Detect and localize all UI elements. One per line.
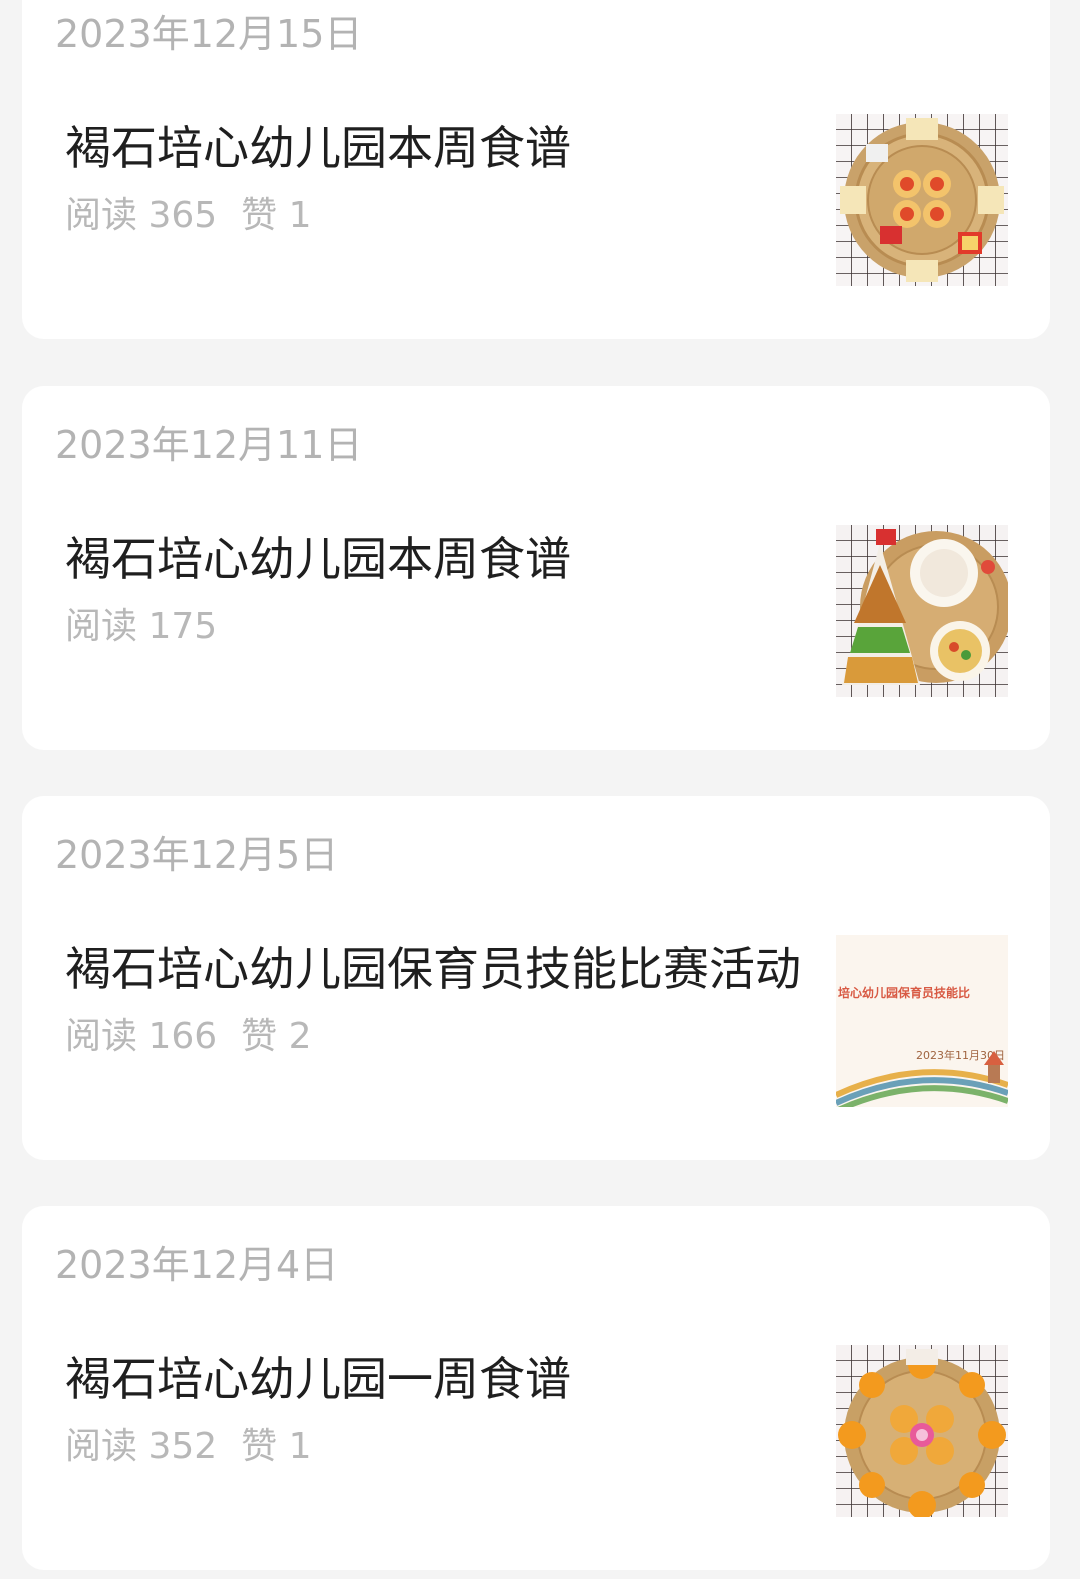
like-count: 赞 1	[241, 195, 312, 236]
like-count: 赞 2	[241, 1016, 312, 1057]
article-stats: 阅读 175	[65, 609, 217, 645]
article-title[interactable]: 褐石培心幼儿园本周食谱	[65, 125, 571, 171]
orange-plate-icon	[836, 1345, 1008, 1517]
read-count: 阅读 175	[65, 606, 218, 647]
article-thumbnail[interactable]	[836, 1345, 1008, 1517]
article-date: 2023年12月11日	[55, 423, 363, 467]
article-date: 2023年12月5日	[55, 833, 339, 877]
read-count: 阅读 365	[65, 195, 218, 236]
food-plate-icon	[836, 114, 1008, 286]
article-card[interactable]: 2023年12月15日 褐石培心幼儿园本周食谱 阅读 365 赞 1	[22, 0, 1050, 339]
meal-tray-icon	[836, 525, 1008, 697]
article-date: 2023年12月4日	[55, 1243, 339, 1287]
thumb-text-top: 培心幼儿园保育员技能比	[838, 985, 970, 1000]
article-date: 2023年12月15日	[55, 12, 363, 56]
article-thumbnail[interactable]	[836, 525, 1008, 697]
like-count: 赞 1	[241, 1426, 312, 1467]
article-thumbnail[interactable]: 培心幼儿园保育员技能比 2023年11月30日	[836, 935, 1008, 1107]
article-card[interactable]: 2023年12月5日 褐石培心幼儿园保育员技能比赛活动 阅读 166 赞 2 培心…	[22, 796, 1050, 1160]
article-title[interactable]: 褐石培心幼儿园一周食谱	[65, 1356, 571, 1402]
article-stats: 阅读 365 赞 1	[65, 198, 312, 234]
read-count: 阅读 352	[65, 1426, 218, 1467]
article-card[interactable]: 2023年12月4日 褐石培心幼儿园一周食谱 阅读 352 赞 1	[22, 1206, 1050, 1570]
article-thumbnail[interactable]	[836, 114, 1008, 286]
article-stats: 阅读 352 赞 1	[65, 1429, 312, 1465]
article-title[interactable]: 褐石培心幼儿园本周食谱	[65, 536, 571, 582]
article-title[interactable]: 褐石培心幼儿园保育员技能比赛活动	[65, 946, 801, 992]
read-count: 阅读 166	[65, 1016, 218, 1057]
article-stats: 阅读 166 赞 2	[65, 1019, 312, 1055]
event-banner-icon: 培心幼儿园保育员技能比 2023年11月30日	[836, 935, 1008, 1107]
article-card[interactable]: 2023年12月11日 褐石培心幼儿园本周食谱 阅读 175	[22, 386, 1050, 750]
